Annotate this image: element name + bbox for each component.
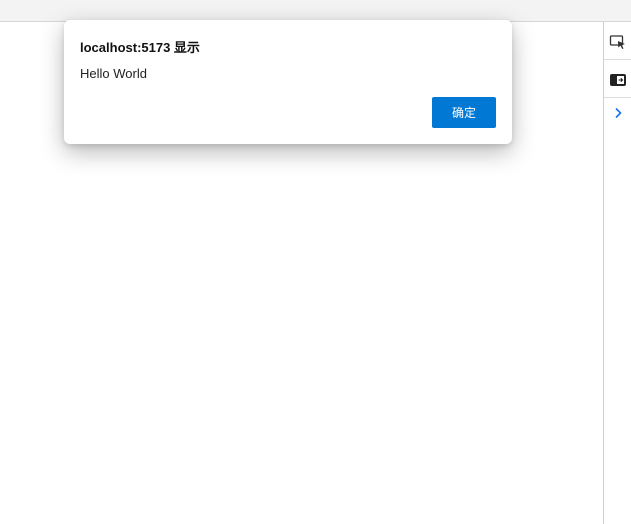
browser-window: localhost:5173 显示 Hello World 确定	[0, 0, 631, 524]
chevron-right-icon	[613, 106, 623, 124]
device-toolbar-button[interactable]	[604, 30, 631, 60]
dialog-title: localhost:5173 显示	[80, 40, 200, 55]
ok-button[interactable]: 确定	[432, 97, 496, 128]
dock-side-icon	[609, 72, 627, 93]
dock-side-button[interactable]	[604, 68, 631, 98]
alert-dialog: localhost:5173 显示 Hello World 确定	[64, 20, 512, 144]
expand-chevron-button[interactable]	[604, 106, 631, 124]
devtools-panel-edge	[603, 22, 631, 524]
dialog-message: Hello World	[80, 66, 147, 81]
device-toolbar-icon	[609, 34, 627, 55]
browser-top-edge	[0, 0, 631, 22]
